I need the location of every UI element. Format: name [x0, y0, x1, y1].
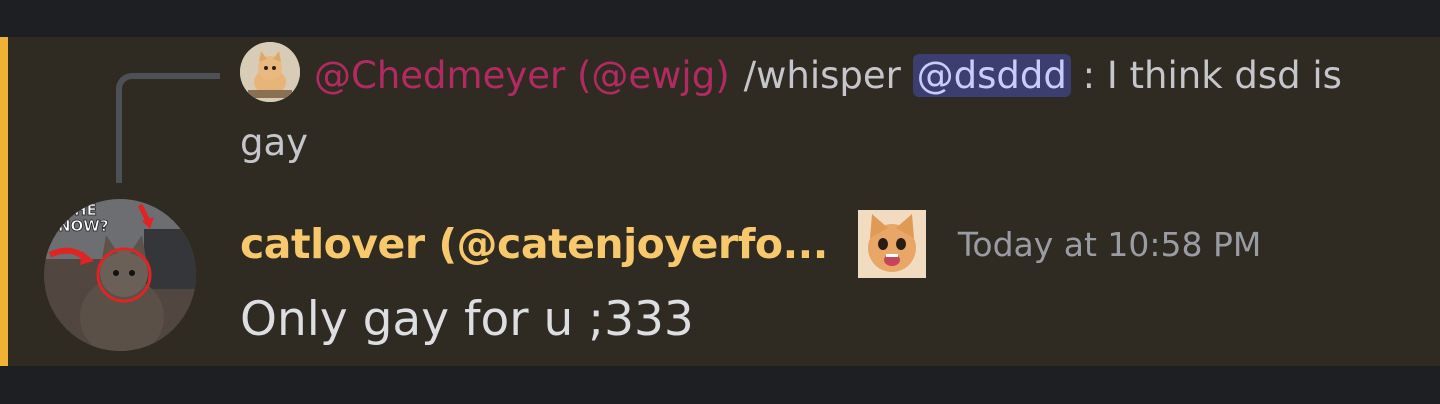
author-avatar[interactable]: S HE NOW? [44, 199, 196, 351]
message-item[interactable]: @Chedmeyer (@ewjg)/whisper @dsddd : I th… [0, 37, 1440, 366]
avatar-caption-line-2: NOW? [58, 217, 109, 235]
role-icon[interactable] [857, 210, 926, 278]
message-timestamp[interactable]: Today at 10:58 PM [958, 225, 1262, 264]
reply-spine [116, 73, 220, 183]
message-header: catlover (@catenjoyerfo... Today at 10:5… [240, 209, 1261, 279]
reply-author-name[interactable]: @Chedmeyer (@ewjg) [314, 54, 730, 97]
author-username[interactable]: catlover (@catenjoyerfo... [240, 220, 828, 268]
mention-highlight-bar [0, 37, 8, 366]
user-mention[interactable]: @dsddd [912, 54, 1071, 97]
reply-text-before: /whisper [743, 54, 913, 97]
chat-view: @Chedmeyer (@ewjg)/whisper @dsddd : I th… [0, 0, 1440, 404]
reply-preview[interactable]: @Chedmeyer (@ewjg)/whisper @dsddd : I th… [240, 42, 1410, 176]
message-content: Only gay for u ;333 [240, 292, 694, 347]
reply-avatar[interactable] [240, 42, 300, 102]
